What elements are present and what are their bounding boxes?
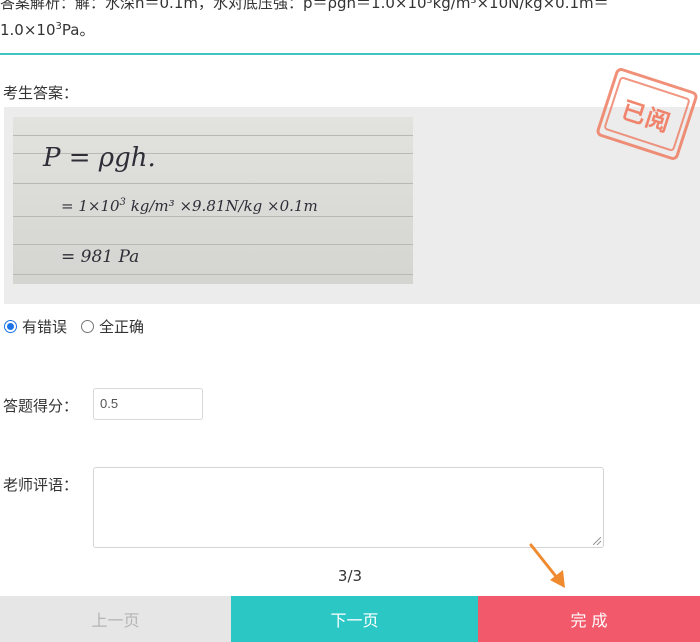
handwriting-line-1: P = ρgh.	[43, 143, 156, 173]
score-label: 答题得分：	[3, 397, 79, 415]
comment-label: 老师评语：	[3, 476, 79, 494]
judgement-radio-group: 有错误 全正确	[4, 316, 158, 337]
radio-selected-icon[interactable]	[4, 320, 17, 333]
answer-analysis: 答案解析：解：水深h＝0.1m，水对底压强：p＝ρgh＝1.0×10³kg/m³…	[0, 0, 700, 42]
analysis-line-2: 1.0×103Pa。	[0, 15, 700, 42]
radio-unselected-icon[interactable]	[81, 320, 95, 333]
prev-page-button[interactable]: 上一页	[0, 596, 231, 642]
stamp-text: 已阅	[618, 95, 675, 138]
paper-rule-line	[13, 244, 413, 245]
comment-textarea[interactable]	[93, 467, 604, 548]
radio-all-correct[interactable]: 全正确	[81, 316, 144, 337]
handwriting-value: = 1×10	[61, 197, 120, 215]
finish-button[interactable]: 完 成	[478, 596, 700, 642]
analysis-unit: Pa。	[61, 21, 95, 39]
score-input[interactable]: 0.5	[93, 388, 203, 420]
handwriting-line-2: = 1×103 kg/m³ ×9.81N/kg ×0.1m	[61, 197, 318, 215]
analysis-line-1: 答案解析：解：水深h＝0.1m，水对底压强：p＝ρgh＝1.0×10³kg/m³…	[0, 0, 609, 12]
paper-rule-line	[13, 183, 413, 184]
bottom-action-bar: 上一页 下一页 完 成	[0, 596, 700, 642]
paper-rule-line	[13, 216, 413, 217]
arrow-pointer-icon	[529, 543, 565, 588]
radio-has-error[interactable]: 有错误	[4, 316, 67, 337]
next-page-button[interactable]: 下一页	[231, 596, 478, 642]
handwriting-units: kg/m³ ×9.81N/kg ×0.1m	[125, 197, 318, 215]
student-answer-panel: P = ρgh. = 1×103 kg/m³ ×9.81N/kg ×0.1m =…	[4, 107, 700, 304]
paper-rule-line	[13, 135, 413, 136]
handwritten-answer-image[interactable]: P = ρgh. = 1×103 kg/m³ ×9.81N/kg ×0.1m =…	[13, 117, 413, 284]
radio-has-error-label: 有错误	[22, 318, 68, 336]
section-divider	[0, 53, 700, 55]
paper-rule-line	[13, 274, 413, 275]
page-indicator: 3/3	[337, 567, 363, 585]
student-answer-label: 考生答案：	[3, 84, 79, 102]
analysis-value: 1.0×10	[0, 21, 56, 39]
resize-grip-icon[interactable]	[593, 537, 601, 545]
radio-all-correct-label: 全正确	[99, 318, 145, 336]
handwriting-line-3: = 981 Pa	[61, 247, 140, 267]
